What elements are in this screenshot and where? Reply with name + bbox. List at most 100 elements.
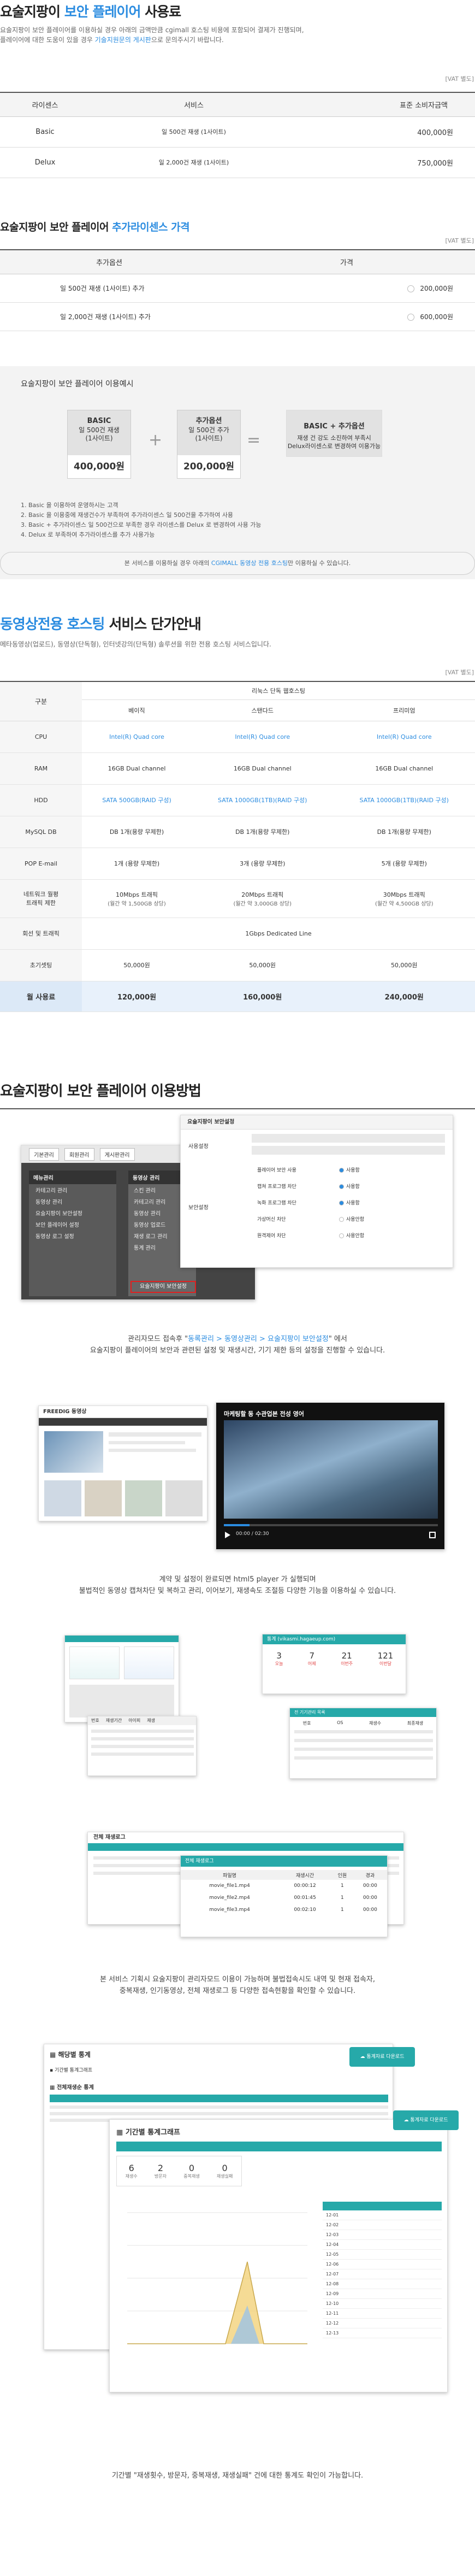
text-block: [109, 1441, 185, 1444]
security-settings-screenshot: 요술지팡이 보안설정 사용설정 보안설정 플레이어 보안 사용 사용함 캡쳐 프로…: [180, 1115, 453, 1268]
cell: 50,000원: [333, 949, 475, 981]
addon-radio[interactable]: [407, 285, 415, 292]
caption-2: 계약 및 설정이 완료되면 html5 player 가 실행되며 불법적인 동…: [0, 1574, 475, 1597]
row-label: CPU: [0, 721, 82, 753]
video-thumb[interactable]: [44, 1480, 81, 1516]
video-thumb[interactable]: [125, 1480, 162, 1516]
summary-stat: 0 재생실패: [217, 2163, 233, 2179]
col-header: 재생: [147, 1718, 156, 1723]
summary-value: 6: [128, 2163, 134, 2173]
table-row: Basic 일 500건 재생 (1사이트) 400,000원: [0, 116, 475, 148]
player-screenshot: 마케팅할 동 수관업본 전성 영어 00:00 / 02:30: [216, 1402, 445, 1550]
usage-example-title: 요술지팡이 보안 플레이어 이용예시: [21, 380, 134, 389]
text: 30Mbps 트래픽: [383, 891, 425, 898]
table-row: MySQL DB DB 1개(용량 무제한) DB 1개(용량 무제한) DB …: [0, 816, 475, 848]
menu-item[interactable]: 동영상 로그 설정: [29, 1230, 116, 1242]
use-radio[interactable]: [339, 1184, 344, 1189]
cell: DB 1개(용량 무제한): [191, 816, 334, 848]
unuse-radio[interactable]: [339, 1217, 344, 1222]
stat-label: 이번달: [379, 1661, 391, 1666]
cell: 20Mbps 트래픽 (월간 약 3,000GB 상당): [191, 879, 334, 918]
play-icon[interactable]: [225, 1532, 230, 1538]
date-row: 12-02: [323, 2220, 442, 2230]
addon-box: 추가옵션 일 500건 추가 (1사이트) 200,000원: [177, 410, 241, 479]
cell: Intel(R) Quad core: [333, 721, 475, 753]
download-stats-button[interactable]: ☁ 통계자료 다운로드: [393, 2110, 459, 2130]
menu-item[interactable]: 동영상 관리: [29, 1196, 116, 1207]
col-header: 재생시간: [295, 1873, 314, 1879]
box-line: 일 500건 추가: [188, 426, 229, 434]
settings-option: 녹화 프로그램 차단 사용함: [257, 1195, 443, 1211]
menu-item[interactable]: 카테고리 관리: [29, 1184, 116, 1196]
cell: 1: [341, 1895, 344, 1901]
use-radio[interactable]: [339, 1201, 344, 1205]
stats-row: [50, 2106, 388, 2109]
video-thumb[interactable]: [85, 1480, 122, 1516]
intro-text: 요술지팡이 보안 플레이어를 이용하실 경우 아래의 금액만큼 cgimall …: [0, 25, 304, 45]
video-thumb[interactable]: [165, 1480, 203, 1516]
caption-line: 계약 및 설정이 완료되면 html5 player 가 실행되며: [159, 1575, 316, 1584]
stat: 7 어제: [308, 1651, 316, 1667]
caption-line: 요술지팡이 플레이어의 보안과 관련된 설정 및 재생시간, 기기 제한 등의 …: [90, 1346, 385, 1355]
settings-option: 플레이어 보안 사용 사용함: [257, 1162, 443, 1179]
use-radio[interactable]: [339, 1168, 344, 1173]
addon-price: 200,000원: [420, 284, 453, 292]
device-list-screenshot: 전 기기관리 목록 번호 OS 재생수 최종재생: [289, 1708, 437, 1779]
unuse-radio[interactable]: [339, 1233, 344, 1238]
date-row: 12-07: [323, 2269, 442, 2279]
usage-example-panel: 요술지팡이 보안 플레이어 이용예시 BASIC 일 500건 재생 (1사이트) …: [0, 366, 475, 579]
table-row: HDD SATA 500GB(RAID 구성) SATA 1000GB(1TB)…: [0, 784, 475, 816]
hosting-link[interactable]: CGIMALL 동영상 전용 호스팅: [211, 560, 288, 567]
title-part: 서비스 단가안내: [109, 616, 201, 633]
dashboard-header: [65, 1636, 179, 1642]
cell: 00:00:12: [294, 1883, 316, 1889]
settings-opts: 플레이어 보안 사용 사용함 캡쳐 프로그램 차단 사용함 녹화 프로그램 차단 사용…: [257, 1162, 443, 1244]
admin-tab[interactable]: 기본관리: [29, 1148, 59, 1161]
cell: 16GB Dual channel: [191, 752, 334, 785]
addon-radio[interactable]: [407, 313, 415, 321]
row-label: 월 사용료: [0, 981, 82, 1012]
graph-heading: ▦ 기간별 통계그래프: [116, 2126, 180, 2137]
monthly-price: 240,000원: [333, 981, 475, 1012]
col-header: 번호: [302, 1721, 311, 1726]
hosting-desc: 메타동영상(업로드), 동영상(단독형), 인터넷강의(단독형) 솔루션을 위한…: [0, 640, 271, 648]
box-line: 일 500건 재생: [79, 426, 120, 434]
license-name: Basic: [0, 116, 90, 148]
download-stats-button[interactable]: ☁ 통계자료 다운로드: [349, 2047, 415, 2067]
option-label: 가상머신 차단: [257, 1217, 286, 1222]
date-row: 12-03: [323, 2230, 442, 2240]
highlighted-menu-item[interactable]: 요술지팡이 보안설정: [130, 1281, 196, 1293]
cell: SATA 1000GB(1TB)(RAID 구성): [191, 784, 334, 816]
box-price: 200,000원: [183, 461, 235, 472]
settings-option: 캡쳐 프로그램 차단 사용함: [257, 1179, 443, 1195]
video-thumb[interactable]: [44, 1431, 103, 1473]
col-header: 파일명: [223, 1873, 236, 1879]
fullscreen-icon[interactable]: [429, 1532, 436, 1538]
admin-tab[interactable]: 회원관리: [64, 1148, 94, 1161]
video-frame[interactable]: [224, 1420, 438, 1519]
row-label: POP E-mail: [0, 848, 82, 880]
col-header: 경과: [365, 1873, 375, 1879]
note-item: 2. Basic 을 이용중에 재생건수가 부족하여 추가라이센스 일 500건…: [21, 511, 234, 519]
caption-4: 기간별 "재생횟수, 방문자, 중복재생, 재생실패" 건에 대한 통계도 확인…: [111, 2472, 364, 2480]
box-header: 추가옵션 일 500건 추가 (1사이트): [177, 410, 240, 455]
support-board-link[interactable]: 기술지원문의 게시판: [95, 36, 151, 44]
radio-label: 사용안함: [346, 1217, 365, 1222]
table-row: RAM 16GB Dual channel 16GB Dual channel …: [0, 752, 475, 785]
vat-note: [VAT 별도]: [445, 237, 474, 244]
cell: 00:01:45: [294, 1895, 316, 1901]
cell: DB 1개(용량 무제한): [333, 816, 475, 848]
admin-tab[interactable]: 게시판관리: [99, 1148, 135, 1161]
menu-item[interactable]: 요술지팡이 보안설정: [29, 1207, 116, 1219]
progress-bar[interactable]: [224, 1524, 438, 1526]
popup-row: movie_file3.mp4 00:02:10 1 00:00: [181, 1904, 387, 1916]
playlog-header: [88, 1843, 403, 1851]
menu-item[interactable]: 보안 플레이어 설정: [29, 1219, 116, 1230]
license-price: 400,000원: [298, 116, 475, 148]
cell: Intel(R) Quad core: [191, 721, 334, 753]
plus-sign: +: [149, 431, 163, 450]
cell: movie_file1.mp4: [209, 1883, 250, 1889]
cell: Intel(R) Quad core: [82, 721, 192, 753]
settings-row: [252, 1146, 445, 1155]
date-row: 12-06: [323, 2260, 442, 2269]
